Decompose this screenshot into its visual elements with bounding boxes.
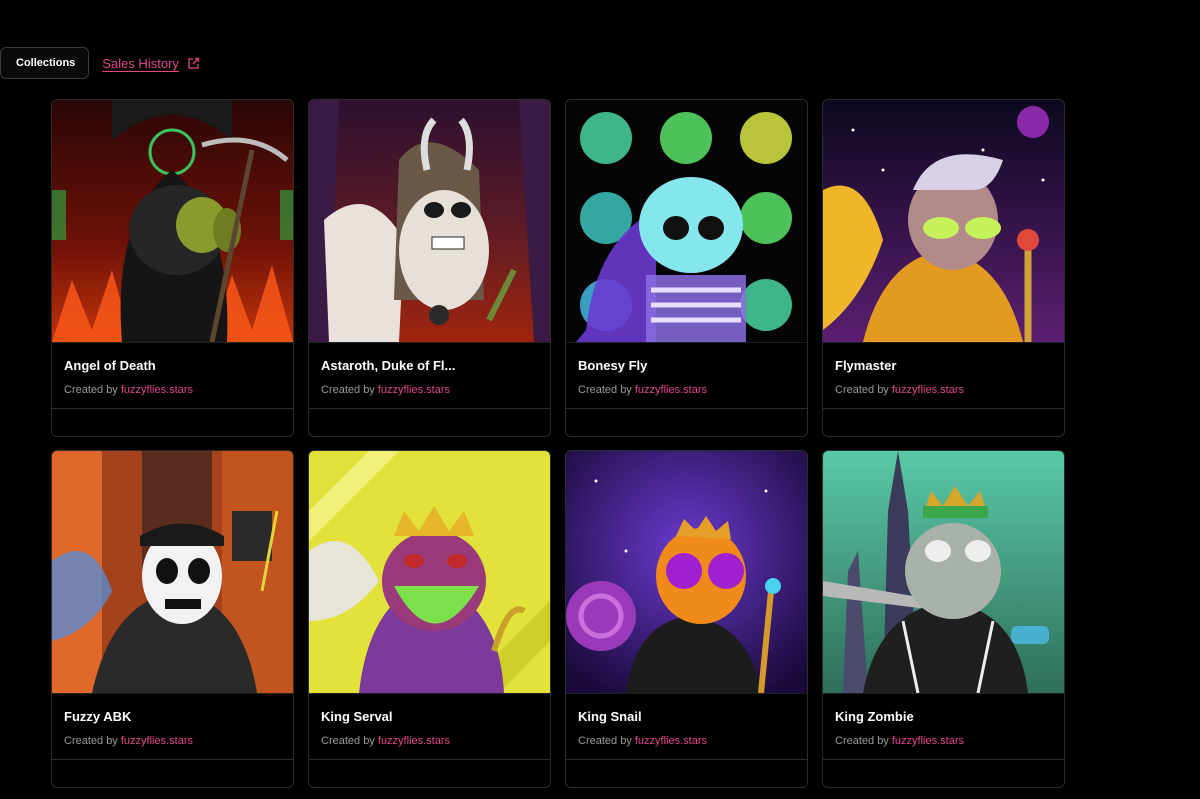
card-title: King Snail <box>578 709 642 724</box>
created-by-label: Created by <box>835 384 889 396</box>
collection-card[interactable]: Fuzzy ABK Created by fuzzyflies.stars <box>51 450 294 788</box>
card-footer <box>52 759 293 787</box>
card-info: Astaroth, Duke of Fl... Created by fuzzy… <box>309 342 550 408</box>
creator-link[interactable]: fuzzyflies.stars <box>635 384 707 396</box>
card-footer <box>566 408 807 436</box>
card-creator: Created by fuzzyflies.stars <box>64 735 281 747</box>
card-info: King Serval Created by fuzzyflies.stars <box>309 693 550 759</box>
card-creator: Created by fuzzyflies.stars <box>321 384 538 396</box>
created-by-label: Created by <box>321 735 375 747</box>
card-title: Bonesy Fly <box>578 358 648 373</box>
collection-card[interactable]: Bonesy Fly Created by fuzzyflies.stars <box>565 99 808 437</box>
card-creator: Created by fuzzyflies.stars <box>835 735 1052 747</box>
collection-card[interactable]: Angel of Death Created by fuzzyflies.sta… <box>51 99 294 437</box>
creator-link[interactable]: fuzzyflies.stars <box>378 384 450 396</box>
card-footer <box>309 408 550 436</box>
card-info: Fuzzy ABK Created by fuzzyflies.stars <box>52 693 293 759</box>
tab-collections[interactable]: Collections <box>0 47 90 79</box>
created-by-label: Created by <box>64 735 118 747</box>
card-title: Astaroth, Duke of Fl... <box>321 358 456 373</box>
creator-link[interactable]: fuzzyflies.stars <box>121 735 193 747</box>
card-title: King Zombie <box>835 709 914 724</box>
collection-card[interactable]: Astaroth, Duke of Fl... Created by fuzzy… <box>308 99 551 437</box>
nft-artwork-image <box>309 100 550 342</box>
tab-collections-label: Collections <box>16 57 76 69</box>
nft-artwork-image <box>823 451 1064 693</box>
creator-link[interactable]: fuzzyflies.stars <box>121 384 193 396</box>
creator-link[interactable]: fuzzyflies.stars <box>635 735 707 747</box>
nft-collections-page: Collections Sales History Angel of Death… <box>0 0 1200 799</box>
card-footer <box>309 759 550 787</box>
card-info: King Snail Created by fuzzyflies.stars <box>566 693 807 759</box>
nft-artwork-image <box>566 451 807 693</box>
nft-artwork-image <box>52 100 293 342</box>
card-creator: Created by fuzzyflies.stars <box>835 384 1052 396</box>
collection-card[interactable]: King Serval Created by fuzzyflies.stars <box>308 450 551 788</box>
collection-card[interactable]: Flymaster Created by fuzzyflies.stars <box>822 99 1065 437</box>
card-creator: Created by fuzzyflies.stars <box>578 384 795 396</box>
external-link-icon <box>187 57 200 70</box>
collection-card[interactable]: King Zombie Created by fuzzyflies.stars <box>822 450 1065 788</box>
nft-artwork-image <box>566 100 807 342</box>
card-creator: Created by fuzzyflies.stars <box>64 384 281 396</box>
card-creator: Created by fuzzyflies.stars <box>578 735 795 747</box>
collection-card[interactable]: King Snail Created by fuzzyflies.stars <box>565 450 808 788</box>
card-info: Angel of Death Created by fuzzyflies.sta… <box>52 342 293 408</box>
card-info: Bonesy Fly Created by fuzzyflies.stars <box>566 342 807 408</box>
card-title: Fuzzy ABK <box>64 709 132 724</box>
card-info: Flymaster Created by fuzzyflies.stars <box>823 342 1064 408</box>
tab-sales-history-label: Sales History <box>102 55 179 71</box>
created-by-label: Created by <box>578 384 632 396</box>
tab-sales-history[interactable]: Sales History <box>102 56 200 71</box>
tab-bar: Collections Sales History <box>0 47 200 79</box>
nft-artwork-image <box>823 100 1064 342</box>
creator-link[interactable]: fuzzyflies.stars <box>892 384 964 396</box>
created-by-label: Created by <box>578 735 632 747</box>
card-footer <box>823 759 1064 787</box>
card-creator: Created by fuzzyflies.stars <box>321 735 538 747</box>
nft-artwork-image <box>309 451 550 693</box>
card-footer <box>52 408 293 436</box>
created-by-label: Created by <box>835 735 889 747</box>
created-by-label: Created by <box>321 384 375 396</box>
card-title: Angel of Death <box>64 358 156 373</box>
card-footer <box>823 408 1064 436</box>
nft-artwork-image <box>52 451 293 693</box>
creator-link[interactable]: fuzzyflies.stars <box>378 735 450 747</box>
created-by-label: Created by <box>64 384 118 396</box>
creator-link[interactable]: fuzzyflies.stars <box>892 735 964 747</box>
card-info: King Zombie Created by fuzzyflies.stars <box>823 693 1064 759</box>
card-footer <box>566 759 807 787</box>
card-title: King Serval <box>321 709 393 724</box>
collection-grid: Angel of Death Created by fuzzyflies.sta… <box>51 99 1065 788</box>
card-title: Flymaster <box>835 358 897 373</box>
